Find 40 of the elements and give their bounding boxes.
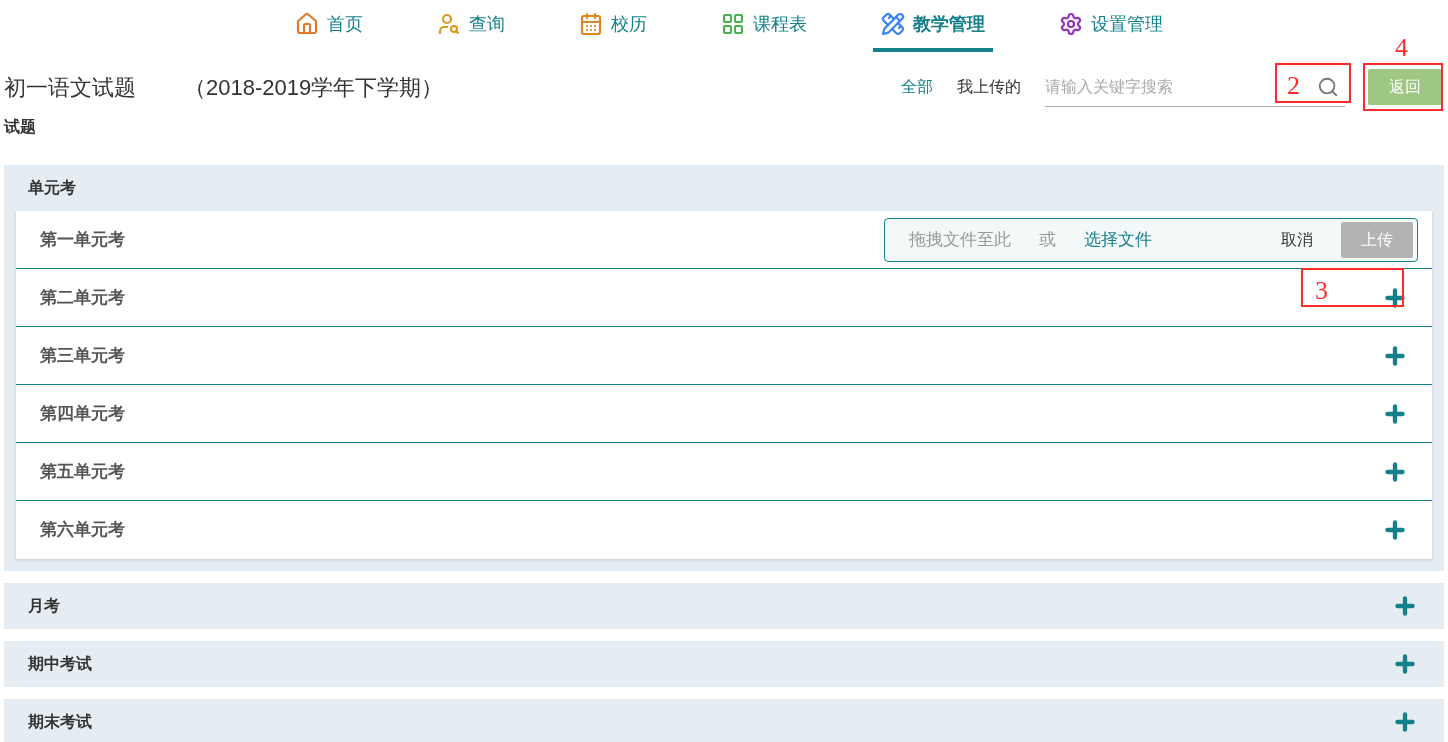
page-title: 初一语文试题 <box>4 73 136 102</box>
search-icon[interactable] <box>1317 76 1339 98</box>
exam-title: 第一单元考 <box>40 228 125 251</box>
section-label: 试题 <box>4 117 36 137</box>
annotation-number: 3 <box>1315 277 1328 304</box>
grid-icon <box>721 12 745 36</box>
upload-dropzone[interactable]: 拖拽文件至此 或 选择文件 取消 上传 <box>884 217 1418 262</box>
nav-tab[interactable]: 教学管理 <box>873 0 993 52</box>
cancel-button[interactable]: 取消 <box>1281 227 1313 252</box>
filter-tab[interactable]: 我上传的 <box>957 75 1021 99</box>
section-title: 月考 <box>28 596 60 616</box>
plus-icon[interactable] <box>1382 517 1408 543</box>
exam-title: 第二单元考 <box>40 286 125 309</box>
nav-tab[interactable]: 查询 <box>429 0 513 52</box>
exam-title: 第五单元考 <box>40 460 125 483</box>
annotation-number: 2 <box>1287 73 1300 99</box>
section-title: 期末考试 <box>28 712 92 732</box>
filter-tab[interactable]: 全部 <box>901 75 933 99</box>
or-text: 或 <box>1039 228 1056 251</box>
annotation-number: 4 <box>1395 35 1408 61</box>
plus-icon[interactable] <box>1392 593 1418 619</box>
nav-tab[interactable]: 设置管理 <box>1051 0 1171 52</box>
nav-tab[interactable]: 首页 <box>287 0 371 52</box>
plus-icon[interactable] <box>1392 651 1418 677</box>
section-title: 单元考 <box>28 178 76 198</box>
exam-title: 第四单元考 <box>40 402 125 425</box>
settings-icon <box>1059 12 1083 36</box>
plus-icon[interactable] <box>1392 709 1418 735</box>
drop-hint: 拖拽文件至此 <box>909 228 1011 251</box>
nav-tab[interactable]: 校历 <box>571 0 655 52</box>
exam-title: 第六单元考 <box>40 519 125 542</box>
exam-title: 第三单元考 <box>40 344 125 367</box>
nav-tab[interactable]: 课程表 <box>713 0 815 52</box>
choose-file-link[interactable]: 选择文件 <box>1084 226 1152 253</box>
calendar-icon <box>579 12 603 36</box>
section-title: 期中考试 <box>28 654 92 674</box>
pencil-ruler-icon <box>881 12 905 36</box>
house-icon <box>295 12 319 36</box>
person-search-icon <box>437 12 461 36</box>
term-label: （2018-2019学年下学期） <box>184 73 444 102</box>
